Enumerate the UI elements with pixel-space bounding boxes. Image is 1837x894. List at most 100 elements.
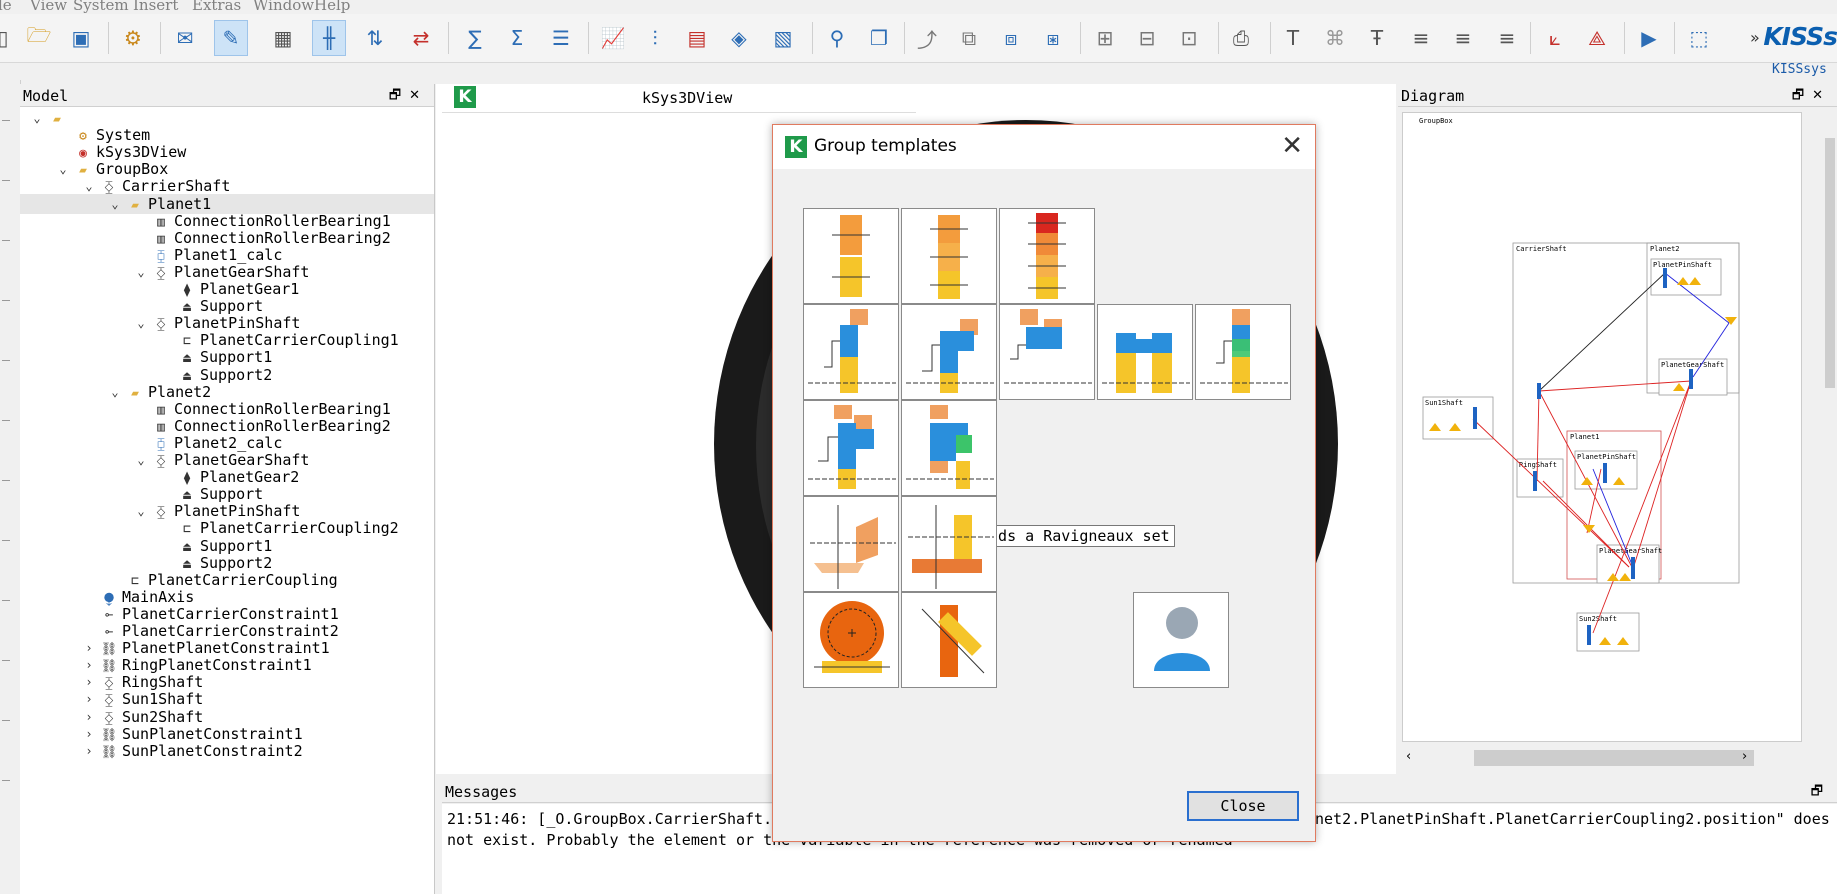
- sum-list-icon[interactable]: ☰: [544, 20, 578, 56]
- diagram-label: Planet1: [1570, 433, 1600, 441]
- copy-doc-icon[interactable]: ❐: [862, 20, 896, 56]
- toolbar-overflow-icon[interactable]: »: [1750, 28, 1760, 47]
- chevron-right-icon[interactable]: ›: [82, 741, 96, 761]
- align-right-icon[interactable]: ≡: [1490, 20, 1524, 56]
- diagram-horizontal-scrollbar[interactable]: ‹ ›: [1402, 748, 1834, 768]
- close-button[interactable]: Close: [1187, 791, 1299, 821]
- diagram-label: PlanetGearShaft: [1599, 547, 1662, 555]
- diagram-label: PlanetGearShaft: [1661, 361, 1724, 369]
- planetary-stage-carrier-template[interactable]: [901, 304, 997, 400]
- user-template[interactable]: [1133, 592, 1229, 688]
- planetary-coupled-template[interactable]: [1195, 304, 1291, 400]
- gear-pair-template[interactable]: [803, 208, 899, 304]
- edit-mode-icon[interactable]: ✎: [214, 20, 248, 56]
- send-mail-icon[interactable]: ✉: [168, 20, 202, 56]
- panel-controls[interactable]: 🗗: [1811, 782, 1831, 804]
- insert-shaft-icon[interactable]: ⧈: [994, 20, 1028, 56]
- diagram-panel: Diagram 🗗✕ GroupBox CarrierShaft Planet2…: [1398, 84, 1837, 774]
- gear-train-4-template[interactable]: [999, 208, 1095, 304]
- brand-logo: KISSs: [1763, 22, 1837, 51]
- constraint-group-icon: ⛓: [100, 744, 118, 760]
- ravigneaux-set-template[interactable]: [901, 400, 997, 496]
- diagram-vertical-scrollbar[interactable]: [1823, 108, 1837, 748]
- chart-sum-icon[interactable]: ⫶: [638, 20, 672, 56]
- cube-diagram-icon[interactable]: ◈: [722, 20, 756, 56]
- hatch-icon[interactable]: ▧: [766, 20, 800, 56]
- cube-3d-icon[interactable]: ⬚: [1682, 20, 1716, 56]
- close-icon[interactable]: ✕: [1281, 131, 1303, 161]
- bevel-gear-template[interactable]: [803, 496, 899, 592]
- menu-window[interactable]: Window: [253, 0, 314, 14]
- left-dock-strip: [0, 80, 21, 894]
- table-grid-icon[interactable]: ⊡: [1172, 20, 1206, 56]
- menu-view[interactable]: View: [30, 0, 67, 14]
- diagram-label: CarrierShaft: [1516, 245, 1567, 253]
- new-file-icon[interactable]: ▯: [0, 20, 20, 56]
- menu-bar: le View System Insert Extras Window Help: [0, 0, 1837, 14]
- model-panel-title: Model: [23, 87, 69, 105]
- align-left-icon[interactable]: ≡: [1404, 20, 1438, 56]
- double-planet-template[interactable]: [1097, 304, 1193, 400]
- panel-controls[interactable]: 🗗✕: [389, 86, 428, 108]
- open-folder-icon[interactable]: 🗁: [22, 20, 56, 56]
- sum-icon[interactable]: Σ: [500, 20, 534, 56]
- calculator-icon[interactable]: ▦: [266, 20, 300, 56]
- tree-item-label: SunPlanetConstraint2: [122, 741, 303, 760]
- play-icon[interactable]: ▶: [1632, 20, 1666, 56]
- scroll-thumb[interactable]: [1825, 138, 1835, 388]
- save-icon[interactable]: ▣: [64, 20, 98, 56]
- model-panel: Model 🗗✕ ⌄ ▰ ⚙ System ◉ kSys3DView ⌄ ▰ GroupBox ⌄…: [20, 84, 435, 894]
- chart-icon[interactable]: 📈: [596, 20, 630, 56]
- message-line: 21:51:46: [_O.GroupBox.CarrierShaft.: [447, 810, 773, 828]
- diagram-panel-title: Diagram: [1401, 87, 1465, 105]
- axis-xyz-icon[interactable]: ⟁: [1580, 20, 1614, 56]
- scroll-right-icon[interactable]: ›: [1742, 749, 1747, 764]
- message-line: net2.PlanetPinShaft.PlanetCarrierCouplin…: [1315, 810, 1830, 828]
- system-settings-icon[interactable]: ⚙: [116, 20, 150, 56]
- link-icon[interactable]: ⌘: [1318, 20, 1352, 56]
- grid-snap-icon[interactable]: ╫: [312, 20, 346, 56]
- menu-help[interactable]: Help: [314, 0, 350, 14]
- kisssys-k-icon: K: [785, 136, 807, 158]
- planetary-stage-ring-template[interactable]: [999, 304, 1095, 400]
- diagram-label: Sun1Shaft: [1425, 399, 1463, 407]
- group-templates-dialog: K Group templates ✕ Adds a Ravigneaux se…: [772, 124, 1316, 842]
- text-box-icon[interactable]: T: [1276, 20, 1310, 56]
- update-icon[interactable]: ⇅: [358, 20, 392, 56]
- menu-system[interactable]: System: [73, 0, 129, 14]
- bar-chart-icon[interactable]: ▤: [680, 20, 714, 56]
- diagram-canvas[interactable]: GroupBox CarrierShaft Planet2 PlanetPinS…: [1402, 112, 1802, 742]
- toolbar: ▯ 🗁 ▣ ⚙ ✉ ✎ ▦ ╫ ⇅ ⇄ ∑ Σ ☰ 📈 ⫶ ▤ ◈ ▧ ⚲ ❐ …: [0, 14, 1837, 63]
- messages-panel-title: Messages: [445, 783, 518, 801]
- menu-extras[interactable]: Extras: [192, 0, 241, 14]
- dialog-titlebar: K Group templates ✕: [773, 125, 1315, 169]
- planetary-stage-template[interactable]: [803, 304, 899, 400]
- table-add-icon[interactable]: ⊟: [1130, 20, 1164, 56]
- diagram-label: GroupBox: [1419, 117, 1453, 125]
- insert-element-icon[interactable]: ⧉: [952, 20, 986, 56]
- crossed-helical-template[interactable]: [901, 592, 997, 688]
- print-icon[interactable]: ⎙: [1224, 20, 1258, 56]
- swap-icon[interactable]: ⇄: [404, 20, 438, 56]
- arrow-tool-icon[interactable]: ⤴: [910, 20, 944, 56]
- menu-file[interactable]: le: [0, 0, 12, 14]
- align-center-icon[interactable]: ≡: [1446, 20, 1480, 56]
- menu-insert[interactable]: Insert: [133, 0, 178, 14]
- diagram-label: PlanetPinShaft: [1653, 261, 1712, 269]
- diagram-label: PlanetPinShaft: [1577, 453, 1636, 461]
- sigma-run-icon[interactable]: ∑: [458, 20, 492, 56]
- scroll-thumb[interactable]: [1474, 750, 1754, 766]
- insert-group-icon[interactable]: ⧆: [1036, 20, 1070, 56]
- face-gear-template[interactable]: [901, 496, 997, 592]
- gear-train-3-template[interactable]: [901, 208, 997, 304]
- panel-controls[interactable]: 🗗✕: [1792, 86, 1831, 108]
- table-icon[interactable]: ⊞: [1088, 20, 1122, 56]
- diagram-label: Planet2: [1650, 245, 1680, 253]
- tree-item[interactable]: › ⛓ SunPlanetConstraint2: [20, 741, 434, 761]
- probe-icon[interactable]: ⚲: [820, 20, 854, 56]
- worm-gear-template[interactable]: [803, 592, 899, 688]
- compound-planetary-template[interactable]: [803, 400, 899, 496]
- axis-xy-icon[interactable]: ⟀: [1538, 20, 1572, 56]
- text-tool-icon[interactable]: Ŧ: [1360, 20, 1394, 56]
- scroll-left-icon[interactable]: ‹: [1406, 749, 1411, 764]
